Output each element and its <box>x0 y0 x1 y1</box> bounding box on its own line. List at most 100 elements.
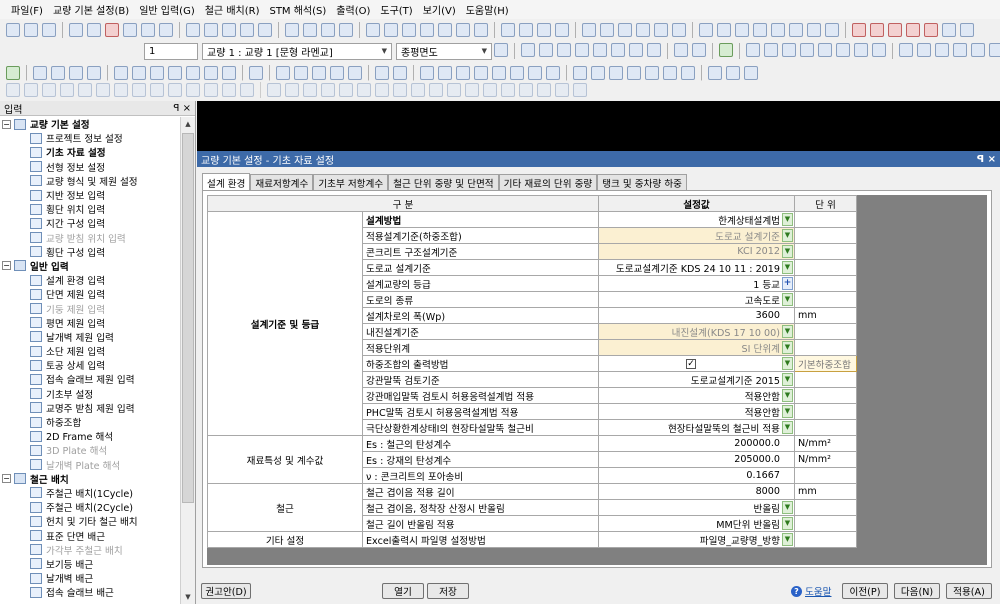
dropdown-arrow-icon[interactable]: ▼ <box>782 261 793 274</box>
toolbar-icon[interactable] <box>771 23 785 37</box>
tree-item[interactable]: 주철근 배치(1Cycle) <box>0 486 180 500</box>
tree-item[interactable]: 2D Frame 해석 <box>0 429 180 443</box>
toolbar-icon[interactable] <box>647 43 661 57</box>
dropdown-arrow-icon[interactable]: ▼ <box>782 293 793 306</box>
view-select[interactable]: 종평면도 ▼ <box>396 42 492 60</box>
bridge-select[interactable]: 교량 1 : 교량 1 [문형 라멘교] ▼ <box>202 42 392 60</box>
page-number-field[interactable]: 1 <box>144 42 198 60</box>
dropdown-arrow-icon[interactable]: ▼ <box>782 213 793 226</box>
toolbar-icon[interactable] <box>357 83 371 97</box>
tree-item[interactable]: 날개벽 배근 <box>0 571 180 585</box>
toolbar-icon[interactable] <box>240 23 254 37</box>
recommend-button[interactable]: 권고안(D) <box>201 583 251 599</box>
toolbar-icon[interactable] <box>24 23 38 37</box>
toolbar-icon[interactable] <box>924 23 938 37</box>
tree-item[interactable]: 하중조합 <box>0 415 180 429</box>
toolbar-icon[interactable] <box>132 66 146 80</box>
toolbar-icon[interactable] <box>726 66 740 80</box>
toolbar-icon[interactable] <box>591 66 605 80</box>
toolbar-icon[interactable] <box>600 23 614 37</box>
toolbar-icon[interactable] <box>474 66 488 80</box>
tree-item[interactable]: 헌치 및 기타 철근 배치 <box>0 514 180 528</box>
toolbar-icon[interactable] <box>420 66 434 80</box>
toolbar-icon[interactable] <box>663 66 677 80</box>
tree-group[interactable]: − 일반 입력 <box>0 259 180 273</box>
toolbar-icon[interactable] <box>593 43 607 57</box>
scroll-thumb[interactable] <box>182 133 194 503</box>
grid-value[interactable]: 고속도로 ▼ <box>598 291 795 308</box>
checkbox[interactable]: ✓ <box>686 359 696 369</box>
toolbar-icon[interactable] <box>906 23 920 37</box>
toolbar-icon[interactable] <box>141 23 155 37</box>
menu-item-2[interactable]: 일반 입력(G) <box>134 2 200 17</box>
dialog-tab[interactable]: 기초부 저항계수 <box>313 174 389 191</box>
toolbar-icon[interactable] <box>312 66 326 80</box>
dropdown-arrow-icon[interactable]: ▼ <box>782 229 793 242</box>
dialog-tab[interactable]: 재료저항계수 <box>250 174 314 191</box>
dropdown-arrow-icon[interactable]: ▼ <box>782 357 793 370</box>
toolbar-icon[interactable] <box>708 66 722 80</box>
toolbar-icon[interactable] <box>629 43 643 57</box>
toolbar-icon[interactable] <box>854 43 868 57</box>
tree-item[interactable]: 단면 제원 입력 <box>0 287 180 301</box>
toolbar-icon[interactable] <box>258 23 272 37</box>
toolbar-icon[interactable] <box>69 23 83 37</box>
dropdown-arrow-icon[interactable]: ▼ <box>782 421 793 434</box>
scroll-up-icon[interactable]: ▲ <box>181 117 195 131</box>
toolbar-icon[interactable] <box>782 43 796 57</box>
grid-value[interactable]: 반올림 ▼ <box>598 499 795 516</box>
toolbar-icon[interactable] <box>681 66 695 80</box>
toolbar-icon[interactable] <box>692 43 706 57</box>
toolbar-icon[interactable] <box>222 66 236 80</box>
toolbar-icon[interactable] <box>611 43 625 57</box>
toolbar-icon[interactable] <box>555 83 569 97</box>
grid-value[interactable]: 현장타설말뚝의 철근비 적용 ▼ <box>598 419 795 436</box>
tree-item[interactable]: 보기등 배근 <box>0 557 180 571</box>
grid-value[interactable]: 도로교설계기준 2015 ▼ <box>598 371 795 388</box>
dropdown-arrow-icon[interactable]: ▼ <box>782 341 793 354</box>
menu-item-5[interactable]: 출력(O) <box>331 2 375 17</box>
toolbar-icon[interactable] <box>789 23 803 37</box>
toolbar-icon[interactable] <box>24 83 38 97</box>
toolbar-icon[interactable] <box>501 23 515 37</box>
tree-item[interactable]: 소단 제원 입력 <box>0 344 180 358</box>
grid-value[interactable]: 8000 <box>598 483 795 500</box>
toolbar-icon[interactable] <box>456 66 470 80</box>
toolbar-icon[interactable] <box>575 43 589 57</box>
toolbar-icon[interactable] <box>872 43 886 57</box>
toolbar-icon[interactable] <box>510 66 524 80</box>
grid-value[interactable]: 200000.0 <box>598 435 795 452</box>
toolbar-icon[interactable] <box>888 23 902 37</box>
toolbar-icon[interactable] <box>800 43 814 57</box>
grid-value[interactable]: 내진설계(KDS 17 10 00) ▼ <box>598 323 795 340</box>
drawing-canvas[interactable] <box>197 101 1000 151</box>
toolbar-icon[interactable] <box>447 83 461 97</box>
apply-button[interactable]: 적용(A) <box>946 583 992 599</box>
dropdown-arrow-icon[interactable]: ▼ <box>782 389 793 402</box>
menu-item-6[interactable]: 도구(T) <box>375 2 417 17</box>
toolbar-icon[interactable] <box>51 66 65 80</box>
toolbar-icon[interactable] <box>825 23 839 37</box>
toolbar-icon[interactable] <box>674 43 688 57</box>
tree-item[interactable]: 교량 형식 및 제원 설정 <box>0 174 180 188</box>
toolbar-icon[interactable] <box>989 43 1000 57</box>
tree-item[interactable]: 기초부 설정 <box>0 387 180 401</box>
toolbar-icon[interactable] <box>339 83 353 97</box>
grid-value[interactable]: KCI 2012 ▼ <box>598 243 795 260</box>
tree-item[interactable]: 지반 정보 입력 <box>0 188 180 202</box>
help-link[interactable]: ? 도움말 <box>791 584 831 598</box>
toolbar-icon[interactable] <box>69 66 83 80</box>
toolbar-icon[interactable] <box>393 83 407 97</box>
toolbar-icon[interactable] <box>537 23 551 37</box>
menu-item-4[interactable]: STM 해석(S) <box>264 2 331 17</box>
toolbar-icon[interactable] <box>618 23 632 37</box>
toolbar-icon[interactable] <box>483 83 497 97</box>
open-button[interactable]: 열기 <box>382 583 424 599</box>
dialog-pin-close-icon[interactable]: ꟼ × <box>977 154 996 165</box>
tree-item[interactable]: 접속 슬래브 배근 <box>0 585 180 599</box>
plus-icon[interactable]: + <box>782 277 793 290</box>
toolbar-icon[interactable] <box>348 66 362 80</box>
toolbar-icon[interactable] <box>222 23 236 37</box>
toolbar-icon[interactable] <box>654 23 668 37</box>
toolbar-icon[interactable] <box>717 23 731 37</box>
